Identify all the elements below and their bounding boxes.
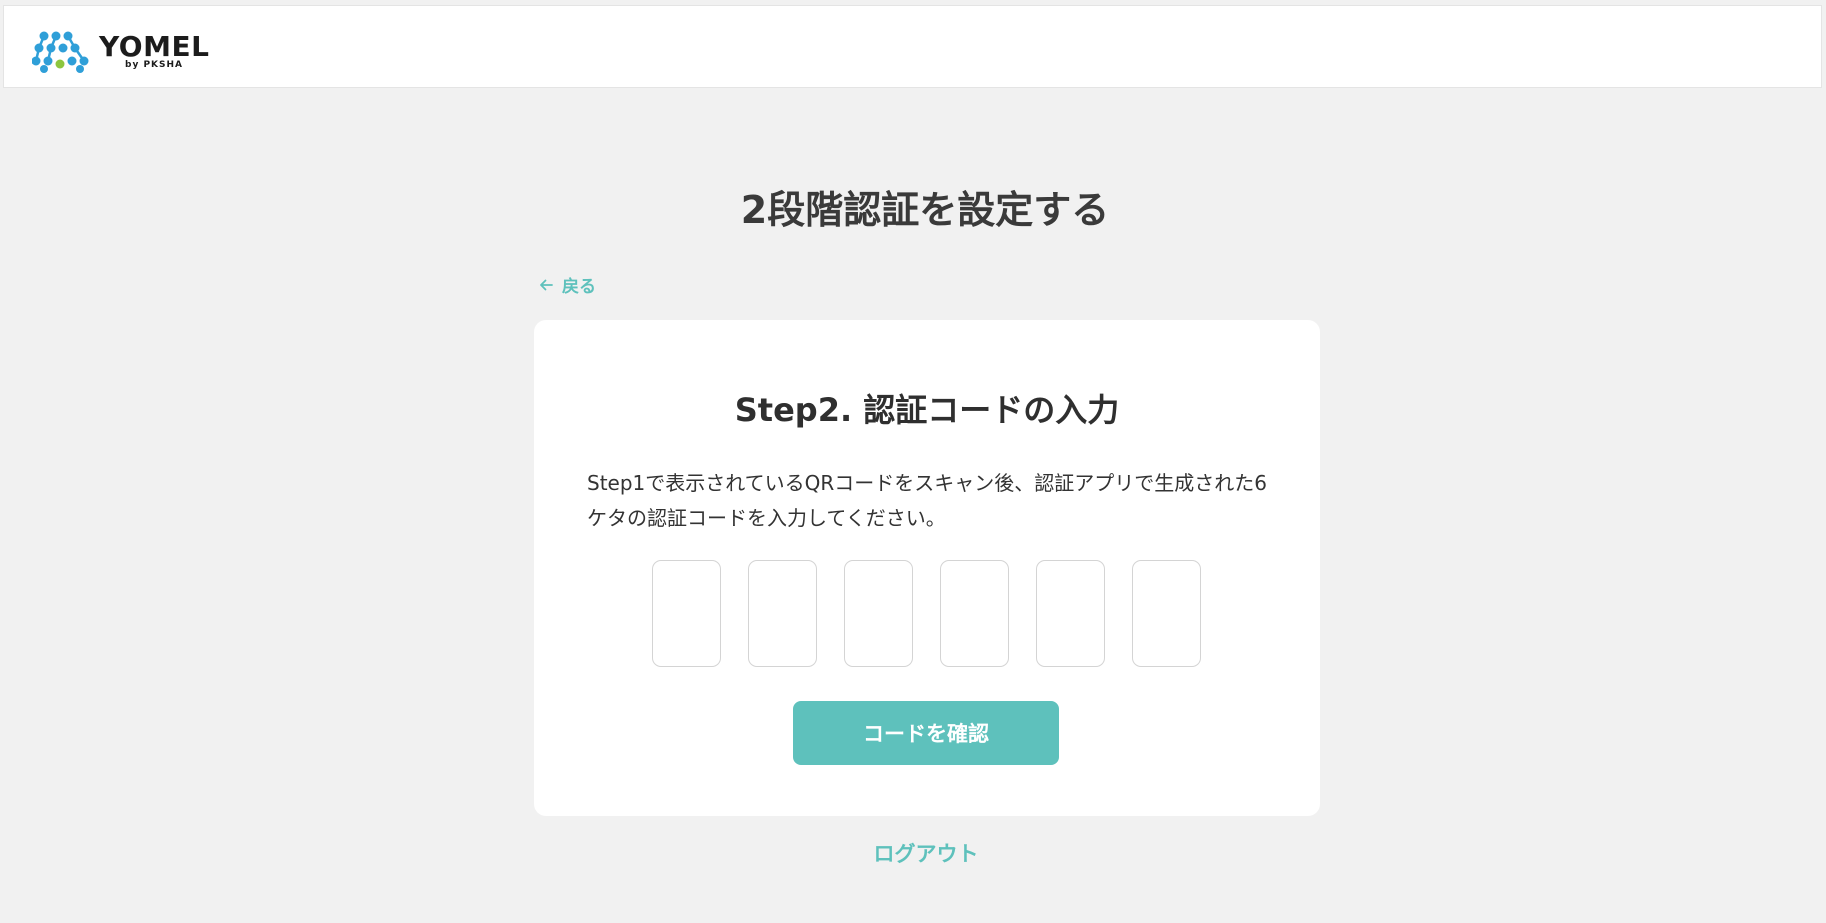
- code-digit-input-6[interactable]: [1132, 560, 1201, 667]
- code-digit-input-3[interactable]: [844, 560, 913, 667]
- code-digit-input-2[interactable]: [748, 560, 817, 667]
- code-digit-input-1[interactable]: [652, 560, 721, 667]
- arrow-left-icon: [540, 279, 553, 290]
- top-header: YOMEL by PKSHA: [3, 5, 1822, 88]
- confirm-code-button[interactable]: コードを確認: [793, 701, 1059, 765]
- logo-subtitle: by PKSHA: [125, 60, 183, 70]
- back-link[interactable]: 戻る: [538, 272, 596, 297]
- logo-mark-icon: [32, 31, 89, 73]
- code-digit-input-5[interactable]: [1036, 560, 1105, 667]
- verification-card: Step2. 認証コードの入力 Step1で表示されているQRコードをスキャン後…: [534, 320, 1320, 816]
- logout-link[interactable]: ログアウト: [0, 838, 1826, 868]
- code-input-group: [652, 560, 1201, 667]
- card-title: Step2. 認証コードの入力: [734, 391, 1120, 429]
- code-digit-input-4[interactable]: [940, 560, 1009, 667]
- card-description: Step1で表示されているQRコードをスキャン後、認証アプリで生成された6ケタの…: [587, 471, 1268, 530]
- yomel-logo[interactable]: YOMEL by PKSHA: [32, 28, 217, 74]
- logo-wordmark: YOMEL: [99, 30, 210, 63]
- page-title: 2段階認証を設定する: [740, 188, 1110, 232]
- back-link-label: 戻る: [562, 277, 596, 297]
